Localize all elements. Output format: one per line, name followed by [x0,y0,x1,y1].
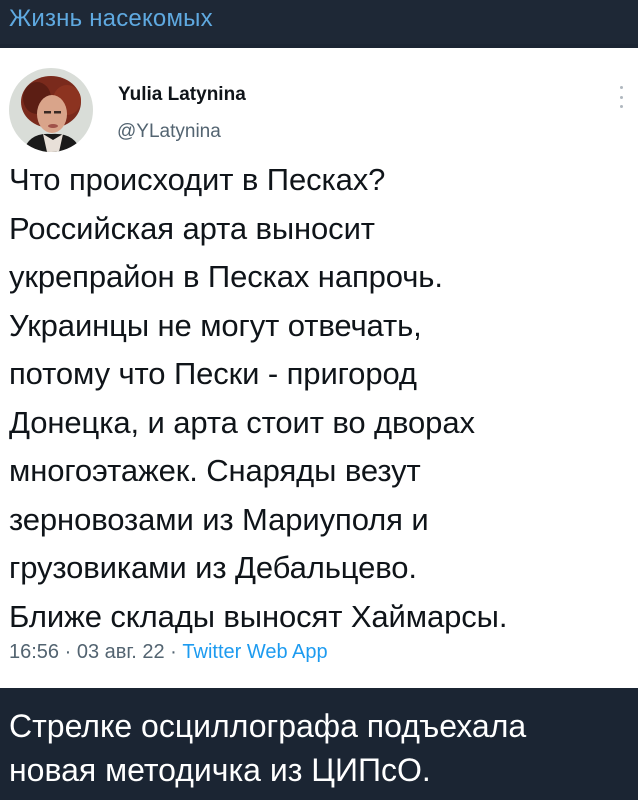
tweet-text-line: зерновозами из Мариуполя и [9,501,429,537]
tweet-text-line: потому что Пески - пригород [9,356,417,391]
tweet-source-link[interactable]: Twitter Web App [182,641,327,663]
channel-title[interactable]: Жизнь насекомых [9,5,213,33]
tweet-text-line: Российская арта выносит [9,210,375,246]
person-avatar-icon[interactable] [9,68,93,152]
tweet-time[interactable]: 16:56 [9,641,59,663]
tweet-text-line: Что происходит в Песках? [9,162,386,197]
tweet-text-line: Украинцы не могут отвечать, [9,307,422,343]
post-caption: Стрелке осциллографа подъехала новая мет… [9,704,633,792]
tweet-meta: 16:56 · 03 авг. 22 · Twitter Web App [9,641,328,664]
caption-line: Стрелке осциллографа подъехала [9,708,527,744]
tweet-text-line: Ближе склады выносят Хаймарсы. [9,598,508,634]
tweet-text-line: Донецка, и арта стоит во дворах [9,404,475,440]
tweet-text-line: многоэтажек. Снаряды везут [9,453,421,488]
meta-separator: · [59,641,77,663]
more-vertical-icon[interactable] [618,86,624,108]
channel-header: Жизнь насекомых [0,0,638,44]
tweet-card: Yulia Latynina @YLatynina Что происходит… [0,48,638,688]
author-handle[interactable]: @YLatynina [117,121,221,143]
tweet-text-line: укрепрайон в Песках напрочь. [9,259,443,294]
meta-separator: · [164,641,183,663]
caption-line: новая методичка из ЦИПсО. [9,752,431,788]
author-name[interactable]: Yulia Latynina [118,84,246,106]
tweet-text-line: грузовиками из Дебальцево. [9,550,417,585]
tweet-date[interactable]: 03 авг. 22 [77,641,165,663]
tweet-text: Что происходит в Песках? Российская арта… [9,156,631,641]
